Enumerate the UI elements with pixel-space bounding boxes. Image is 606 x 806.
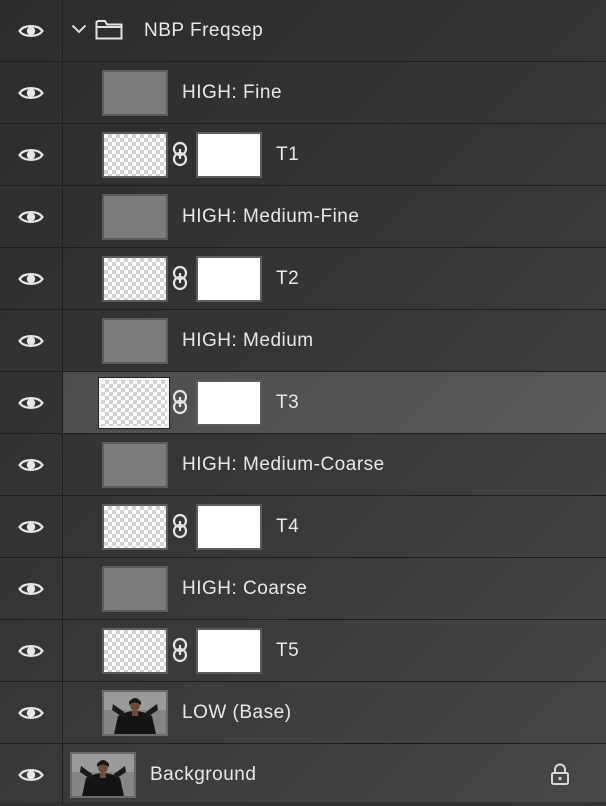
layer-row[interactable]: T2 — [0, 248, 606, 310]
chevron-down-icon[interactable] — [71, 24, 87, 34]
layer-thumbnail[interactable] — [102, 442, 168, 488]
visibility-toggle[interactable] — [0, 744, 63, 805]
layer-name: T2 — [276, 268, 300, 289]
layer-row[interactable]: LOW (Base) — [0, 682, 606, 744]
layer-mask-thumbnail[interactable] — [196, 380, 262, 426]
chain-link-icon[interactable] — [171, 637, 189, 663]
layer-mask-thumbnail[interactable] — [196, 504, 262, 550]
eye-icon[interactable] — [18, 642, 44, 660]
visibility-toggle[interactable] — [0, 620, 63, 681]
eye-icon[interactable] — [18, 146, 44, 164]
layer-content[interactable]: Background — [63, 744, 606, 805]
visibility-toggle[interactable] — [0, 248, 63, 309]
layer-content[interactable]: T3 — [63, 372, 606, 433]
layer-mask-thumbnail[interactable] — [196, 132, 262, 178]
layer-row[interactable]: HIGH: Coarse — [0, 558, 606, 620]
eye-icon[interactable] — [18, 332, 44, 350]
layer-thumbnail[interactable] — [102, 318, 168, 364]
layer-mask-thumbnail[interactable] — [196, 256, 262, 302]
layer-row[interactable]: HIGH: Medium-Fine — [0, 186, 606, 248]
chain-link-icon[interactable] — [171, 141, 189, 167]
visibility-toggle[interactable] — [0, 310, 63, 371]
portrait-image — [104, 692, 166, 734]
layer-content[interactable]: HIGH: Medium — [63, 310, 606, 371]
visibility-toggle[interactable] — [0, 62, 63, 123]
visibility-toggle[interactable] — [0, 434, 63, 495]
chain-link-icon[interactable] — [171, 389, 189, 415]
layer-content[interactable]: T2 — [63, 248, 606, 309]
layer-thumbnail[interactable] — [102, 504, 168, 550]
group-row[interactable]: NBP Freqsep — [0, 0, 606, 62]
layer-thumbnail[interactable] — [102, 132, 168, 178]
visibility-toggle[interactable] — [0, 682, 63, 743]
layer-row[interactable]: HIGH: Fine — [0, 62, 606, 124]
eye-icon[interactable] — [18, 208, 44, 226]
layer-name: HIGH: Medium — [182, 330, 314, 351]
eye-icon[interactable] — [18, 456, 44, 474]
eye-icon[interactable] — [18, 704, 44, 722]
layer-thumbnail[interactable] — [102, 628, 168, 674]
layer-name: T1 — [276, 144, 300, 165]
eye-icon[interactable] — [18, 394, 44, 412]
layer-row[interactable]: T5 — [0, 620, 606, 682]
chain-link-icon[interactable] — [171, 513, 189, 539]
eye-icon[interactable] — [18, 580, 44, 598]
layer-thumbnail[interactable] — [102, 566, 168, 612]
eye-icon[interactable] — [18, 766, 44, 784]
layers-panel: NBP Freqsep HIGH: Fine T1 HIGH: Medium-Fine… — [0, 0, 606, 805]
chain-link-icon[interactable] — [171, 265, 189, 291]
layer-name: T4 — [276, 516, 300, 537]
layer-name: HIGH: Fine — [182, 82, 283, 103]
layer-content[interactable]: T5 — [63, 620, 606, 681]
layer-name: HIGH: Medium-Coarse — [182, 454, 385, 475]
visibility-toggle[interactable] — [0, 558, 63, 619]
layer-content[interactable]: LOW (Base) — [63, 682, 606, 743]
layer-thumbnail[interactable] — [102, 70, 168, 116]
layer-thumbnail[interactable] — [102, 690, 168, 736]
lock-icon[interactable] — [550, 763, 570, 785]
layer-row[interactable]: HIGH: Medium — [0, 310, 606, 372]
layer-name: Background — [150, 764, 257, 785]
layer-row-selected[interactable]: T3 — [0, 372, 606, 434]
layer-name: HIGH: Medium-Fine — [182, 206, 360, 227]
layer-content[interactable]: HIGH: Fine — [63, 62, 606, 123]
layer-row[interactable]: HIGH: Medium-Coarse — [0, 434, 606, 496]
eye-icon[interactable] — [18, 518, 44, 536]
layer-content[interactable]: T4 — [63, 496, 606, 557]
layer-content[interactable]: HIGH: Medium-Coarse — [63, 434, 606, 495]
layer-content[interactable]: HIGH: Medium-Fine — [63, 186, 606, 247]
layer-name: HIGH: Coarse — [182, 578, 308, 599]
layer-thumbnail[interactable] — [102, 194, 168, 240]
eye-icon[interactable] — [18, 22, 44, 40]
layer-name: NBP Freqsep — [144, 20, 264, 41]
layer-thumbnail[interactable] — [99, 378, 169, 428]
visibility-toggle[interactable] — [0, 496, 63, 557]
visibility-toggle[interactable] — [0, 0, 63, 61]
layer-content[interactable]: HIGH: Coarse — [63, 558, 606, 619]
portrait-image — [72, 754, 134, 796]
layer-content[interactable]: NBP Freqsep — [63, 0, 606, 61]
layer-name: T3 — [276, 392, 300, 413]
layer-row[interactable]: T4 — [0, 496, 606, 558]
layer-thumbnail[interactable] — [70, 752, 136, 798]
visibility-toggle[interactable] — [0, 124, 63, 185]
eye-icon[interactable] — [18, 84, 44, 102]
visibility-toggle[interactable] — [0, 372, 63, 433]
visibility-toggle[interactable] — [0, 186, 63, 247]
layer-thumbnail[interactable] — [102, 256, 168, 302]
layer-content[interactable]: T1 — [63, 124, 606, 185]
layer-name: LOW (Base) — [182, 702, 292, 723]
background-row[interactable]: Background — [0, 744, 606, 806]
layer-name: T5 — [276, 640, 300, 661]
folder-icon — [95, 20, 123, 40]
eye-icon[interactable] — [18, 270, 44, 288]
layer-mask-thumbnail[interactable] — [196, 628, 262, 674]
layer-row[interactable]: T1 — [0, 124, 606, 186]
